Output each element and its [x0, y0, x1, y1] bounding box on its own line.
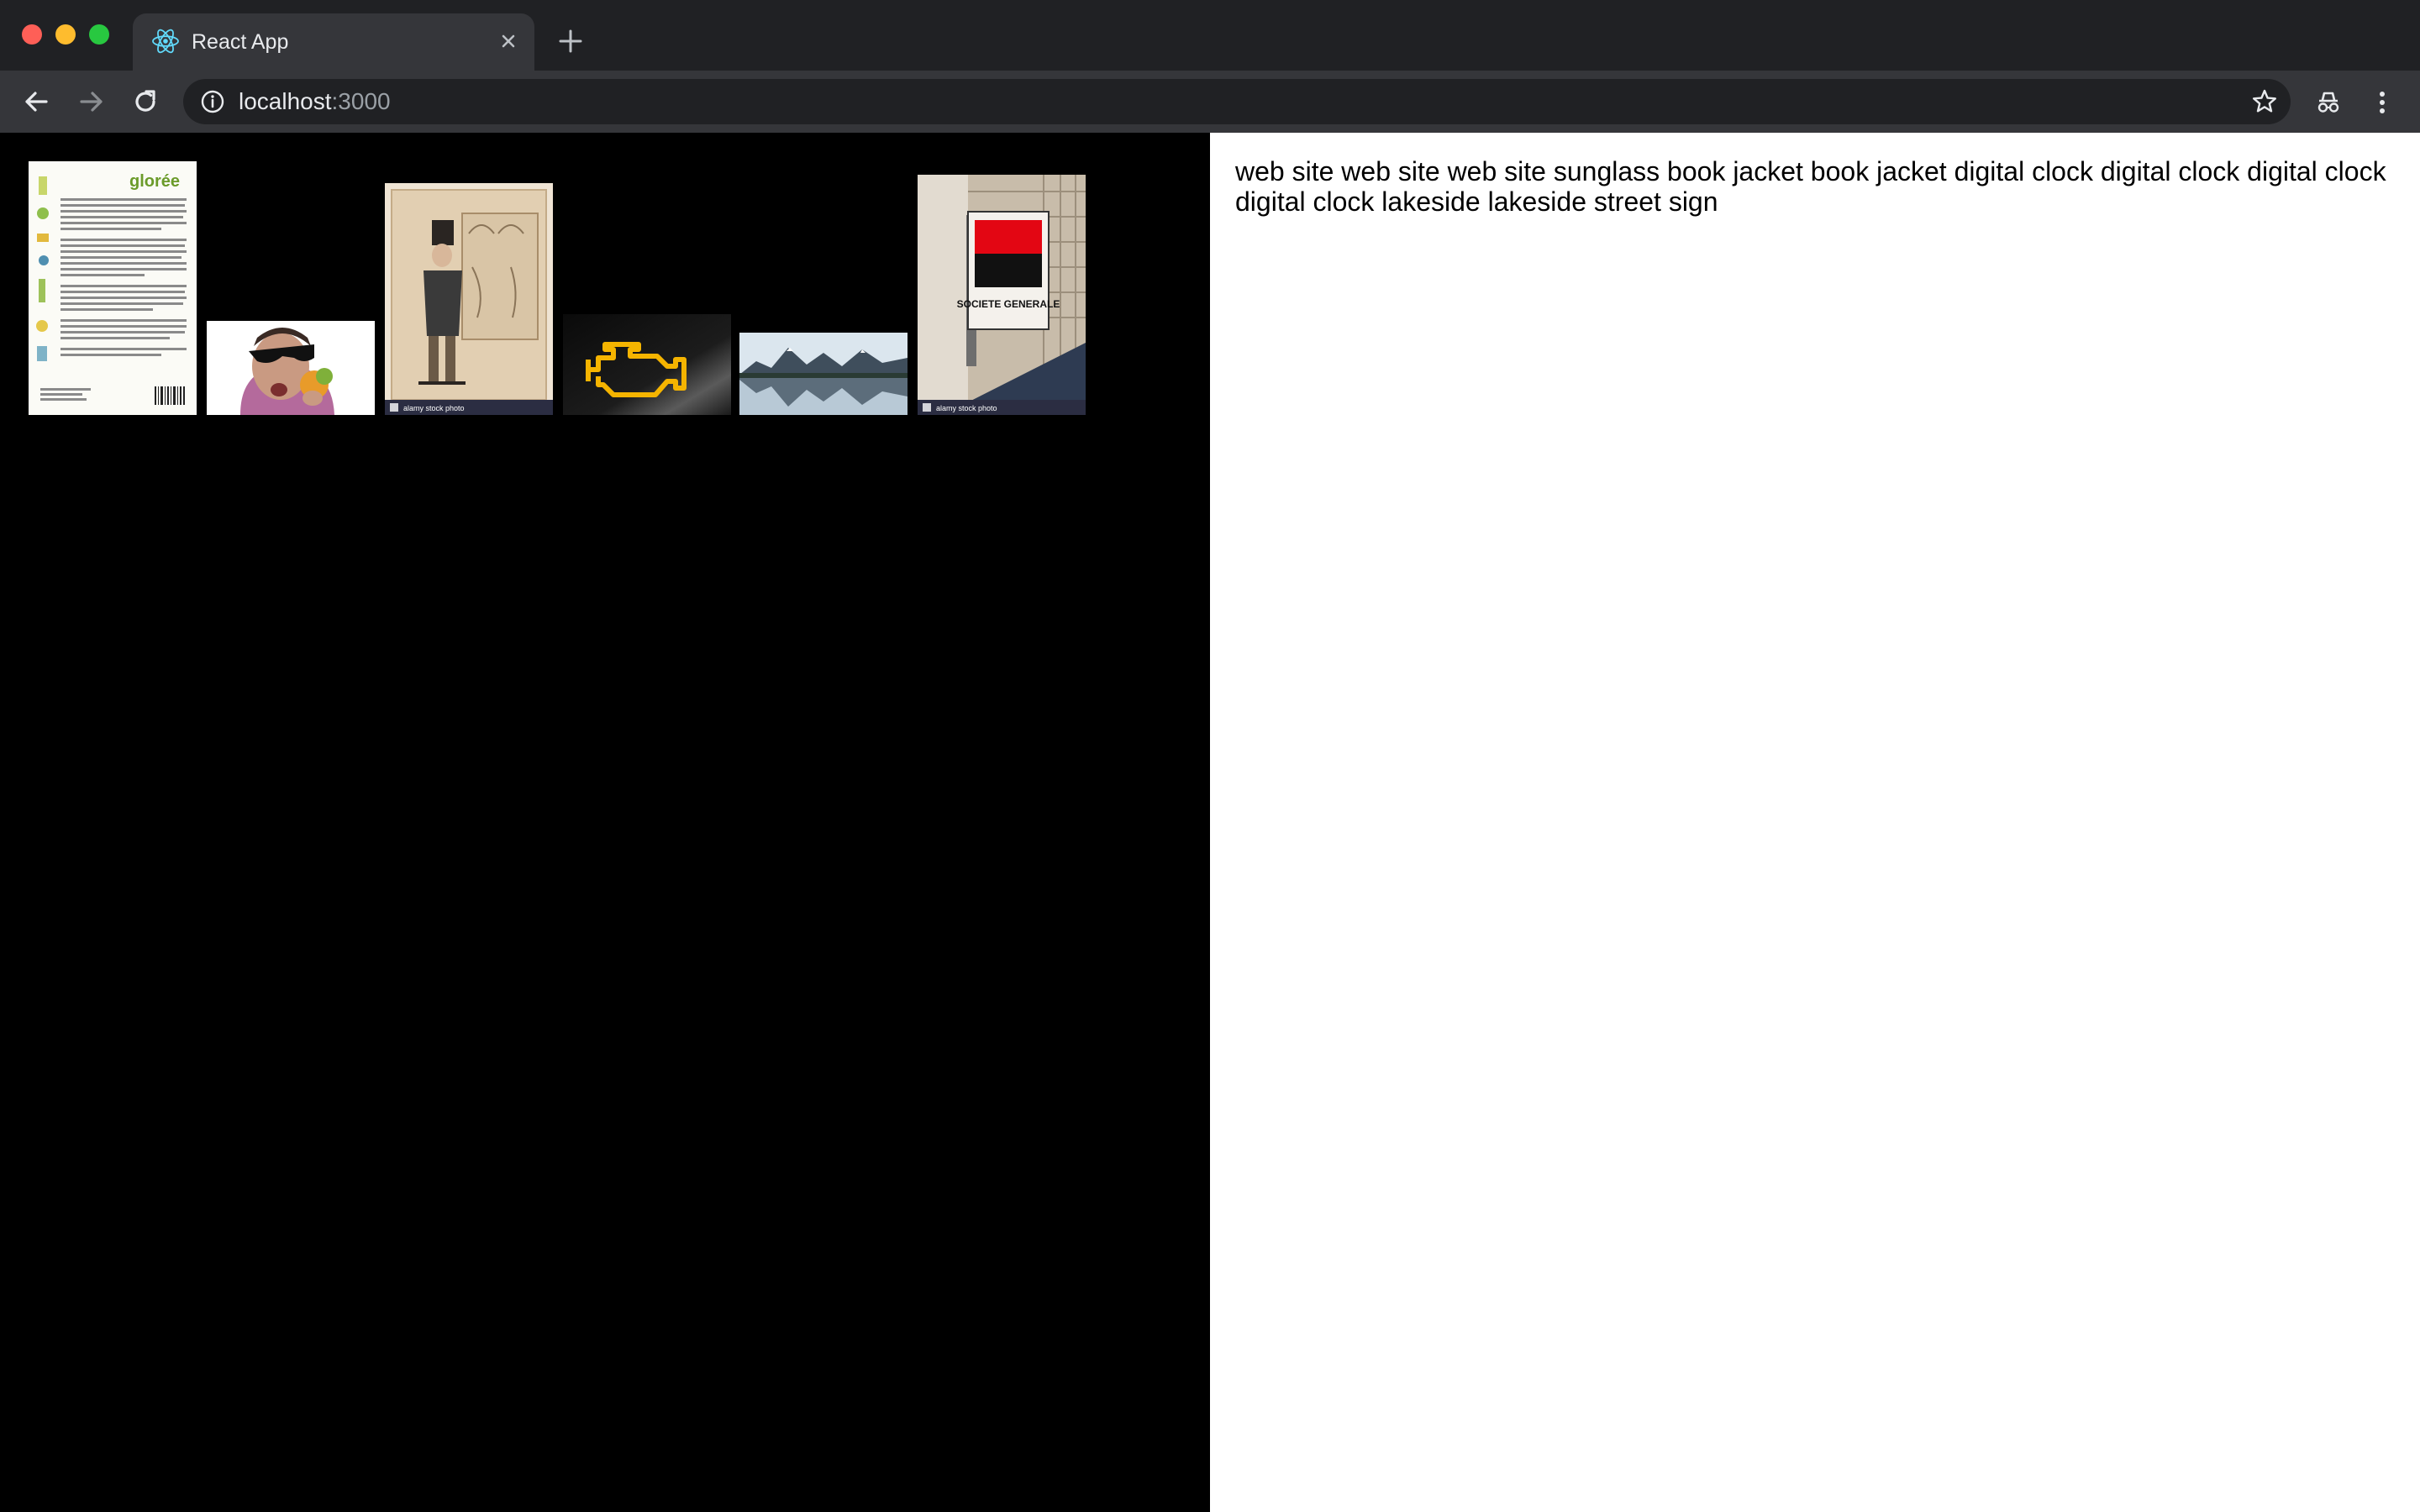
gallery-image-sunglass[interactable] — [207, 321, 375, 415]
url-host: localhost — [239, 88, 332, 114]
mountain-lake-image — [739, 333, 908, 415]
url-port: :3000 — [331, 88, 391, 114]
bank-sign-image: SOCIETE GENERALE alamy stock photo — [918, 175, 1086, 415]
browser-tab[interactable]: React App — [133, 13, 534, 71]
bookmark-star-icon[interactable] — [2250, 87, 2279, 116]
address-bar[interactable]: localhost:3000 — [183, 79, 2291, 124]
reload-icon[interactable] — [129, 86, 161, 118]
image-watermark: alamy stock photo — [403, 404, 465, 412]
gallery-image-book-jacket[interactable]: glorée — [29, 161, 197, 415]
forward-arrow-icon[interactable] — [76, 86, 108, 118]
url-text[interactable]: localhost:3000 — [239, 88, 391, 115]
incognito-icon[interactable] — [2312, 87, 2344, 118]
browser-toolbar: localhost:3000 — [0, 71, 2420, 133]
vintage-illustration-image: alamy stock photo — [385, 183, 553, 415]
image-gallery: glorée alamy stock photo SOCIETE GENERAL… — [0, 133, 1210, 1512]
react-logo-icon — [152, 29, 179, 54]
window-maximize-button[interactable] — [89, 24, 109, 45]
window-close-button[interactable] — [22, 24, 42, 45]
back-arrow-icon[interactable] — [20, 86, 52, 118]
window-minimize-button[interactable] — [55, 24, 76, 45]
info-icon[interactable] — [200, 89, 225, 114]
gallery-image-book-jacket-illustration[interactable]: alamy stock photo — [385, 183, 553, 415]
new-tab-icon[interactable] — [555, 25, 587, 57]
sign-text: SOCIETE GENERALE — [957, 298, 1060, 310]
gallery-image-street-sign[interactable]: SOCIETE GENERALE alamy stock photo — [918, 175, 1086, 415]
engine-warning-light-image — [563, 314, 731, 415]
tab-title: React App — [192, 30, 289, 54]
gallery-image-lakeside[interactable] — [739, 333, 908, 415]
predicted-labels-text: web site web site web site sunglass book… — [1235, 156, 2386, 217]
image-watermark: alamy stock photo — [936, 404, 997, 412]
book-logo-text: glorée — [129, 172, 180, 191]
close-tab-icon[interactable] — [494, 27, 523, 55]
book-back-cover-image: glorée — [29, 161, 197, 415]
page-content: glorée alamy stock photo SOCIETE GENERAL… — [0, 133, 2420, 1512]
kebab-menu-icon[interactable] — [2368, 87, 2396, 118]
predictions-panel: web site web site web site sunglass book… — [1210, 133, 2420, 1512]
browser-titlebar: React App — [0, 0, 2420, 71]
sunglasses-man-image — [207, 321, 375, 415]
gallery-image-digital-clock[interactable] — [563, 314, 731, 415]
